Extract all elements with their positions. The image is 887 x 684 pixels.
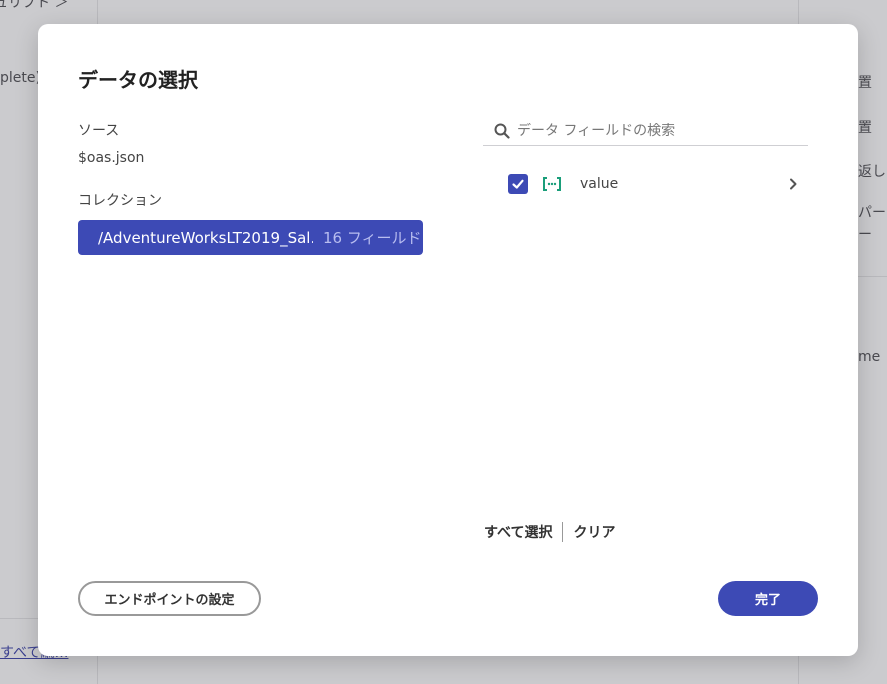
source-value: $oas.json: [78, 150, 145, 166]
bg-text: 返し: [858, 164, 886, 180]
bg-text: ュリプト ＞: [0, 0, 69, 11]
collection-item[interactable]: /AdventureWorksLT2019_Sal... 16 フィールド: [78, 220, 423, 255]
bg-text: パー: [858, 205, 886, 221]
field-name: value: [580, 176, 619, 192]
select-data-dialog: データの選択 ソース $oas.json コレクション /AdventureWo…: [38, 24, 858, 656]
bg-text: plete): [0, 70, 41, 86]
search-icon: [494, 123, 510, 139]
array-icon: [543, 177, 561, 191]
field-checkbox[interactable]: [508, 174, 528, 194]
select-all-button[interactable]: すべて選択: [484, 522, 552, 542]
collection-label: コレクション: [78, 193, 162, 209]
done-button[interactable]: 完了: [718, 581, 818, 616]
selection-actions: すべて選択 クリア: [484, 522, 615, 542]
bg-text: ー: [858, 227, 872, 243]
checkmark-icon: [512, 179, 524, 189]
bg-text: me: [858, 349, 881, 365]
chevron-right-icon[interactable]: [788, 178, 798, 190]
search-input[interactable]: [517, 122, 808, 139]
dialog-title: データの選択: [78, 68, 198, 92]
endpoint-settings-button[interactable]: エンドポイントの設定: [78, 581, 261, 616]
field-row[interactable]: value: [508, 170, 798, 198]
bg-text: 置: [858, 120, 872, 136]
separator: [562, 522, 564, 542]
source-label: ソース: [78, 123, 120, 139]
collection-name: /AdventureWorksLT2019_Sal...: [98, 228, 313, 247]
collection-field-count: 16 フィールド: [323, 229, 422, 247]
clear-button[interactable]: クリア: [573, 522, 615, 542]
field-search: [483, 116, 808, 146]
bg-text: 置: [858, 75, 872, 91]
